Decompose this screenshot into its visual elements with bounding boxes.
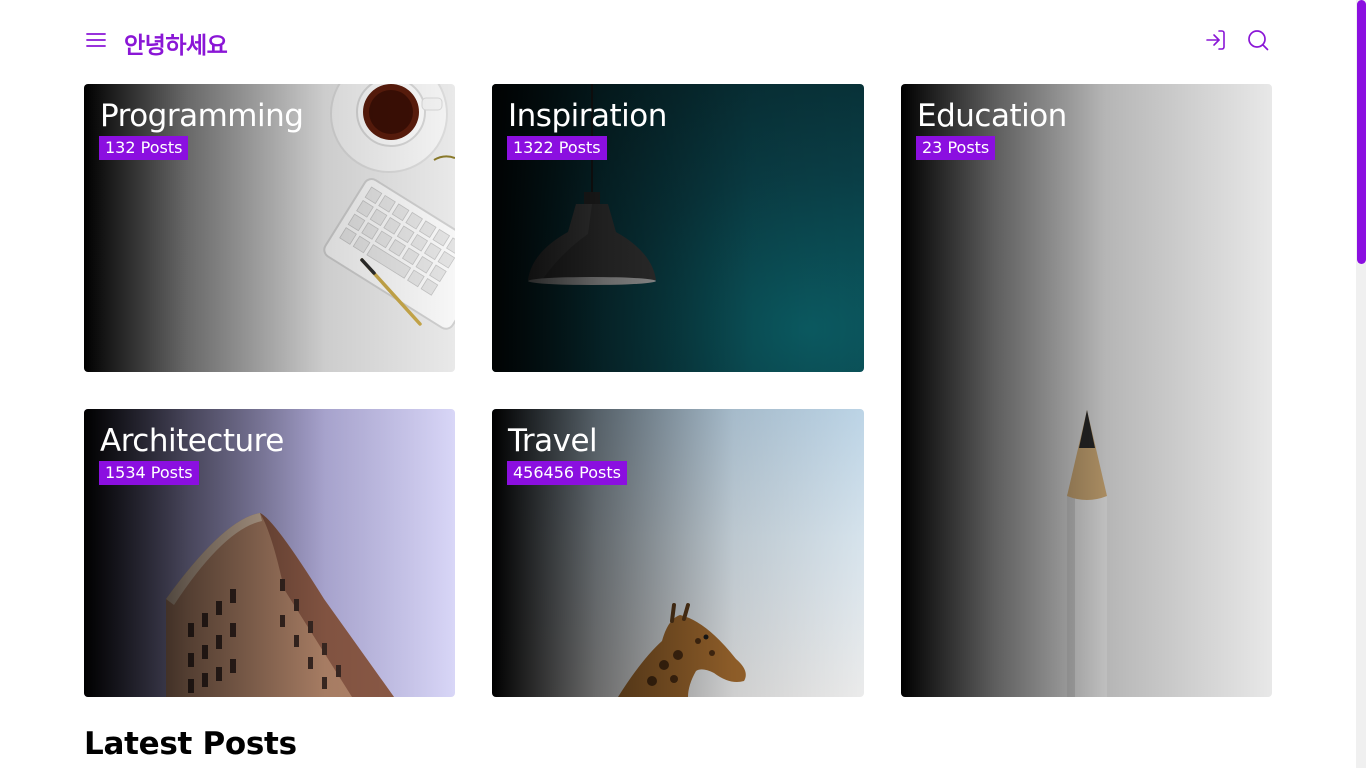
search-icon: [1248, 30, 1269, 51]
login-button[interactable]: [1204, 28, 1228, 52]
category-card-architecture[interactable]: Architecture 1534 Posts: [84, 409, 455, 697]
top-navbar: 안녕하세요: [84, 24, 1272, 60]
category-title: Inspiration: [508, 98, 667, 134]
search-button[interactable]: [1246, 28, 1270, 52]
post-count-badge: 23 Posts: [916, 136, 996, 160]
category-card-programming[interactable]: Programming 132 Posts: [84, 84, 455, 372]
latest-posts-heading: Latest Posts: [84, 726, 297, 762]
category-title: Travel: [508, 423, 598, 459]
menu-button[interactable]: [84, 30, 108, 50]
category-title: Programming: [100, 98, 304, 134]
brand-logo-text[interactable]: 안녕하세요: [124, 26, 228, 60]
post-count-badge: 1534 Posts: [99, 461, 199, 485]
category-card-education[interactable]: Education 23 Posts: [901, 84, 1272, 697]
card-overlay: [901, 84, 1272, 697]
category-title: Architecture: [100, 423, 284, 459]
page-scrollbar[interactable]: [1356, 0, 1366, 768]
post-count-badge: 132 Posts: [99, 136, 189, 160]
category-card-travel[interactable]: Travel 456456 Posts: [492, 409, 864, 697]
post-count-badge: 1322 Posts: [507, 136, 607, 160]
category-card-inspiration[interactable]: Inspiration 1322 Posts: [492, 84, 864, 372]
scrollbar-thumb[interactable]: [1357, 0, 1366, 264]
sign-in-icon: [1206, 30, 1225, 50]
post-count-badge: 456456 Posts: [507, 461, 627, 485]
category-title: Education: [917, 98, 1067, 134]
hamburger-menu-icon: [86, 33, 106, 47]
page: 안녕하세요 Programming 132 Posts Inspiration …: [0, 0, 1366, 768]
